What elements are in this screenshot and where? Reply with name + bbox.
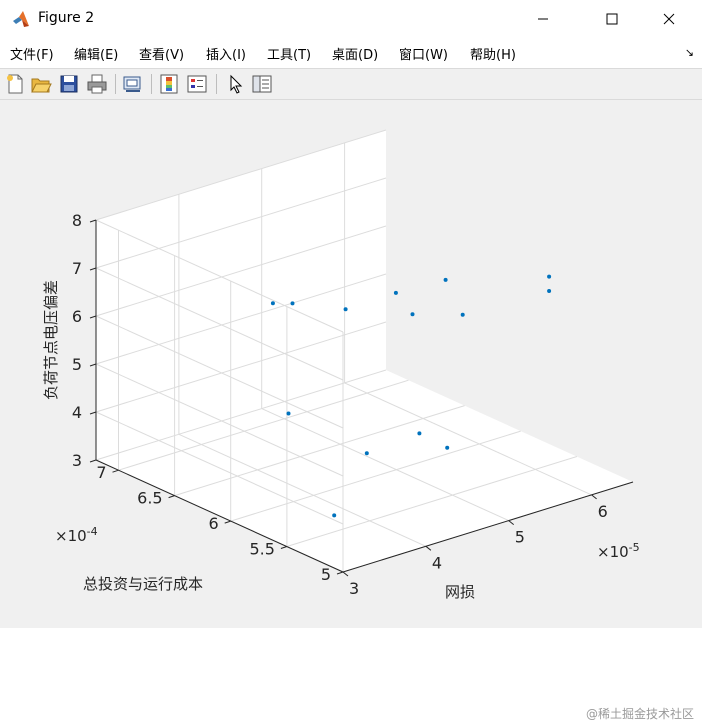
menu-bar: 文件(F) 编辑(E) 查看(V) 插入(I) 工具(T) 桌面(D) 窗口(W… [0, 38, 702, 68]
z-tick-mark [89, 315, 97, 319]
data-point [290, 301, 295, 306]
scatter3d-axes[interactable]: 345655.566.57345678 负荷节点电压偏差 总投资与运行成本 网损… [0, 100, 702, 628]
z-tick-label: 7 [72, 259, 82, 278]
x-tick-mark [425, 545, 432, 551]
new-figure-icon[interactable] [4, 73, 26, 95]
z-tick-label: 6 [72, 307, 82, 326]
insert-colorbar-icon[interactable] [158, 73, 180, 95]
save-icon[interactable] [58, 73, 80, 95]
y-tick-mark [280, 546, 288, 549]
dock-arrow-icon[interactable]: ↘ [685, 46, 694, 59]
z-tick-label: 5 [72, 355, 82, 374]
x-tick-label: 5 [515, 528, 525, 547]
close-icon [663, 13, 675, 25]
z-tick-mark [89, 363, 97, 367]
x-exponent-label: ×10-5 [597, 541, 640, 561]
menu-edit[interactable]: 编辑(E) [74, 44, 118, 63]
data-point [547, 274, 552, 279]
open-file-icon[interactable] [30, 73, 52, 95]
menu-file[interactable]: 文件(F) [10, 44, 54, 63]
open-property-inspector-icon[interactable] [251, 73, 273, 95]
menu-tools[interactable]: 工具(T) [267, 44, 311, 63]
title-bar: Figure 2 [0, 0, 702, 38]
z-tick-mark [89, 459, 97, 463]
x-tick-label: 3 [349, 579, 359, 598]
attribution-text: @稀土掘金技术社区 [585, 707, 694, 721]
z-tick-label: 8 [72, 211, 82, 230]
minimize-button[interactable] [520, 0, 566, 38]
data-point [460, 312, 465, 317]
x-tick-mark [508, 520, 515, 525]
data-point [343, 307, 348, 312]
menu-desktop[interactable]: 桌面(D) [332, 44, 378, 63]
y-tick-mark [336, 571, 344, 575]
z-tick-label: 3 [72, 451, 82, 470]
y-tick-mark [112, 469, 119, 473]
data-point [286, 411, 291, 416]
maximize-icon [606, 13, 618, 25]
figure-canvas[interactable]: 3 4 5 6 5 5.5 6 6.5 7 3 4 5 6 7 8 负荷节点电压偏差 总投资与运行成本 网损… [0, 100, 702, 722]
y-tick-label: 6 [209, 514, 219, 533]
y-tick-mark [224, 520, 231, 524]
data-point [364, 451, 369, 456]
z-tick-mark [89, 411, 97, 415]
insert-legend-icon[interactable] [186, 73, 208, 95]
print-icon[interactable] [86, 73, 108, 95]
data-point [393, 290, 398, 295]
menu-window[interactable]: 窗口(W) [399, 44, 448, 63]
y-tick-label: 6.5 [137, 489, 162, 508]
menu-view[interactable]: 查看(V) [139, 44, 184, 63]
link-plot-icon[interactable] [122, 73, 144, 95]
z-tick-label: 4 [72, 403, 82, 422]
data-point [270, 301, 275, 306]
data-point [547, 289, 552, 293]
figure-toolbar [0, 68, 702, 100]
y-exponent-label: ×10-4 [55, 525, 98, 545]
x-tick-mark [591, 494, 597, 500]
window-title: Figure 2 [38, 10, 95, 26]
minimize-icon [538, 18, 548, 20]
y-tick-label: 5 [321, 565, 331, 584]
data-point [332, 513, 337, 518]
watermark-text: CSDN @Matlab_数学建模助手 [165, 686, 611, 722]
data-point [445, 445, 450, 450]
edit-plot-pointer-icon[interactable] [224, 73, 246, 95]
matlab-logo-icon [13, 11, 29, 27]
x-tick-label: 6 [598, 502, 608, 521]
close-button[interactable] [646, 0, 692, 38]
x-tick-mark [342, 571, 349, 577]
menu-insert[interactable]: 插入(I) [206, 44, 246, 63]
y-tick-label: 5.5 [249, 540, 274, 559]
x-axis-label: 网损 [445, 583, 475, 601]
toolbar-separator [151, 74, 152, 94]
z-axis-label: 负荷节点电压偏差 [42, 280, 60, 400]
maximize-button[interactable] [589, 0, 635, 38]
menu-help[interactable]: 帮助(H) [470, 44, 516, 63]
y-axis-label: 总投资与运行成本 [83, 575, 203, 593]
x-tick-label: 4 [432, 553, 442, 572]
data-point [417, 431, 422, 436]
data-point [443, 277, 448, 282]
toolbar-separator [216, 74, 217, 94]
z-tick-mark [89, 267, 97, 271]
toolbar-separator [115, 74, 116, 94]
y-tick-mark [168, 495, 175, 499]
z-tick-mark [89, 219, 97, 223]
y-tick-label: 7 [96, 463, 106, 482]
data-point [410, 312, 415, 317]
